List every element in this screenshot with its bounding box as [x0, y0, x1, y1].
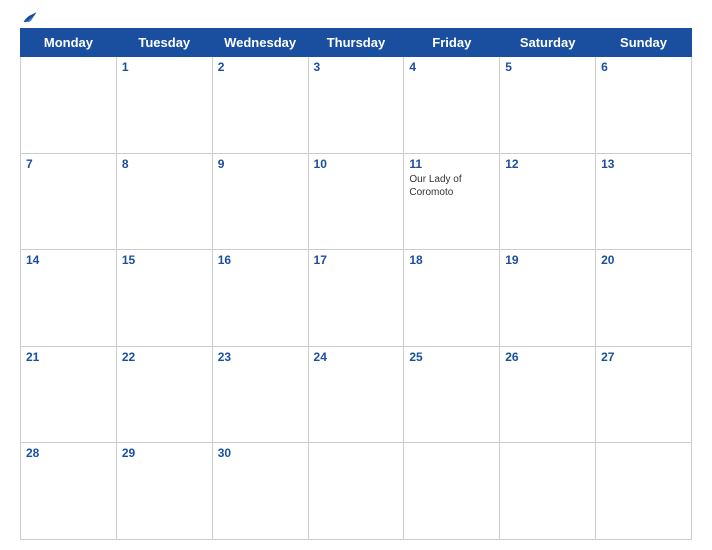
calendar-cell: [308, 443, 404, 540]
calendar-cell: 15: [116, 250, 212, 347]
calendar-cell: 11 Our Lady of Coromoto: [404, 153, 500, 250]
calendar-cell: 9: [212, 153, 308, 250]
week-row-5: 28 29 30: [21, 443, 692, 540]
day-number: 4: [409, 60, 494, 74]
day-number: 5: [505, 60, 590, 74]
day-number: 1: [122, 60, 207, 74]
weekday-header-monday: Monday: [21, 29, 117, 57]
weekday-header-sunday: Sunday: [596, 29, 692, 57]
day-number: 21: [26, 350, 111, 364]
weekday-header-saturday: Saturday: [500, 29, 596, 57]
weekday-header-thursday: Thursday: [308, 29, 404, 57]
calendar-cell: 29: [116, 443, 212, 540]
calendar-cell: 21: [21, 346, 117, 443]
day-number: 16: [218, 253, 303, 267]
day-number: 7: [26, 157, 111, 171]
calendar-cell: 27: [596, 346, 692, 443]
day-number: 28: [26, 446, 111, 460]
week-row-3: 14 15 16 17 18 19 20: [21, 250, 692, 347]
day-number: 19: [505, 253, 590, 267]
day-number: 26: [505, 350, 590, 364]
page-header: [20, 10, 692, 24]
day-number: 11: [409, 157, 494, 171]
day-number: 29: [122, 446, 207, 460]
calendar-cell: 14: [21, 250, 117, 347]
day-number: 30: [218, 446, 303, 460]
logo-bird-icon: [22, 10, 38, 24]
day-number: 14: [26, 253, 111, 267]
calendar-cell: 1: [116, 57, 212, 154]
week-row-4: 21 22 23 24 25 26 27: [21, 346, 692, 443]
calendar-cell: 24: [308, 346, 404, 443]
day-number: 9: [218, 157, 303, 171]
calendar-cell: [500, 443, 596, 540]
day-number: 27: [601, 350, 686, 364]
logo: [20, 10, 100, 24]
day-number: 12: [505, 157, 590, 171]
day-number: 8: [122, 157, 207, 171]
weekday-header-tuesday: Tuesday: [116, 29, 212, 57]
calendar-cell: 7: [21, 153, 117, 250]
week-row-2: 789 10 11 Our Lady of Coromoto 12 13: [21, 153, 692, 250]
calendar-cell: 26: [500, 346, 596, 443]
weekday-header-friday: Friday: [404, 29, 500, 57]
calendar-cell: 22: [116, 346, 212, 443]
day-number: 2: [218, 60, 303, 74]
calendar-cell: [21, 57, 117, 154]
calendar-cell: 10: [308, 153, 404, 250]
calendar-cell: 23: [212, 346, 308, 443]
day-number: 10: [314, 157, 399, 171]
calendar-cell: 2: [212, 57, 308, 154]
calendar-cell: 6: [596, 57, 692, 154]
calendar-cell: 19: [500, 250, 596, 347]
day-number: 24: [314, 350, 399, 364]
day-number: 17: [314, 253, 399, 267]
calendar-cell: 4: [404, 57, 500, 154]
day-number: 18: [409, 253, 494, 267]
day-number: 6: [601, 60, 686, 74]
logo-blue-text: [20, 10, 38, 24]
calendar-cell: 20: [596, 250, 692, 347]
calendar-cell: 12: [500, 153, 596, 250]
holiday-label: Our Lady of Coromoto: [409, 173, 494, 199]
day-number: 20: [601, 253, 686, 267]
calendar-cell: 17: [308, 250, 404, 347]
calendar-table: MondayTuesdayWednesdayThursdayFridaySatu…: [20, 28, 692, 540]
calendar-cell: [596, 443, 692, 540]
calendar-cell: 3: [308, 57, 404, 154]
country-label: [612, 10, 692, 14]
weekday-header-wednesday: Wednesday: [212, 29, 308, 57]
day-number: 3: [314, 60, 399, 74]
calendar-cell: 28: [21, 443, 117, 540]
day-number: 15: [122, 253, 207, 267]
calendar-cell: 25: [404, 346, 500, 443]
calendar-cell: 16: [212, 250, 308, 347]
calendar-cell: 8: [116, 153, 212, 250]
day-number: 23: [218, 350, 303, 364]
week-row-1: 123456: [21, 57, 692, 154]
calendar-cell: 13: [596, 153, 692, 250]
day-number: 22: [122, 350, 207, 364]
calendar-cell: 18: [404, 250, 500, 347]
calendar-cell: 5: [500, 57, 596, 154]
day-number: 13: [601, 157, 686, 171]
day-number: 25: [409, 350, 494, 364]
calendar-cell: [404, 443, 500, 540]
calendar-cell: 30: [212, 443, 308, 540]
weekday-header-row: MondayTuesdayWednesdayThursdayFridaySatu…: [21, 29, 692, 57]
